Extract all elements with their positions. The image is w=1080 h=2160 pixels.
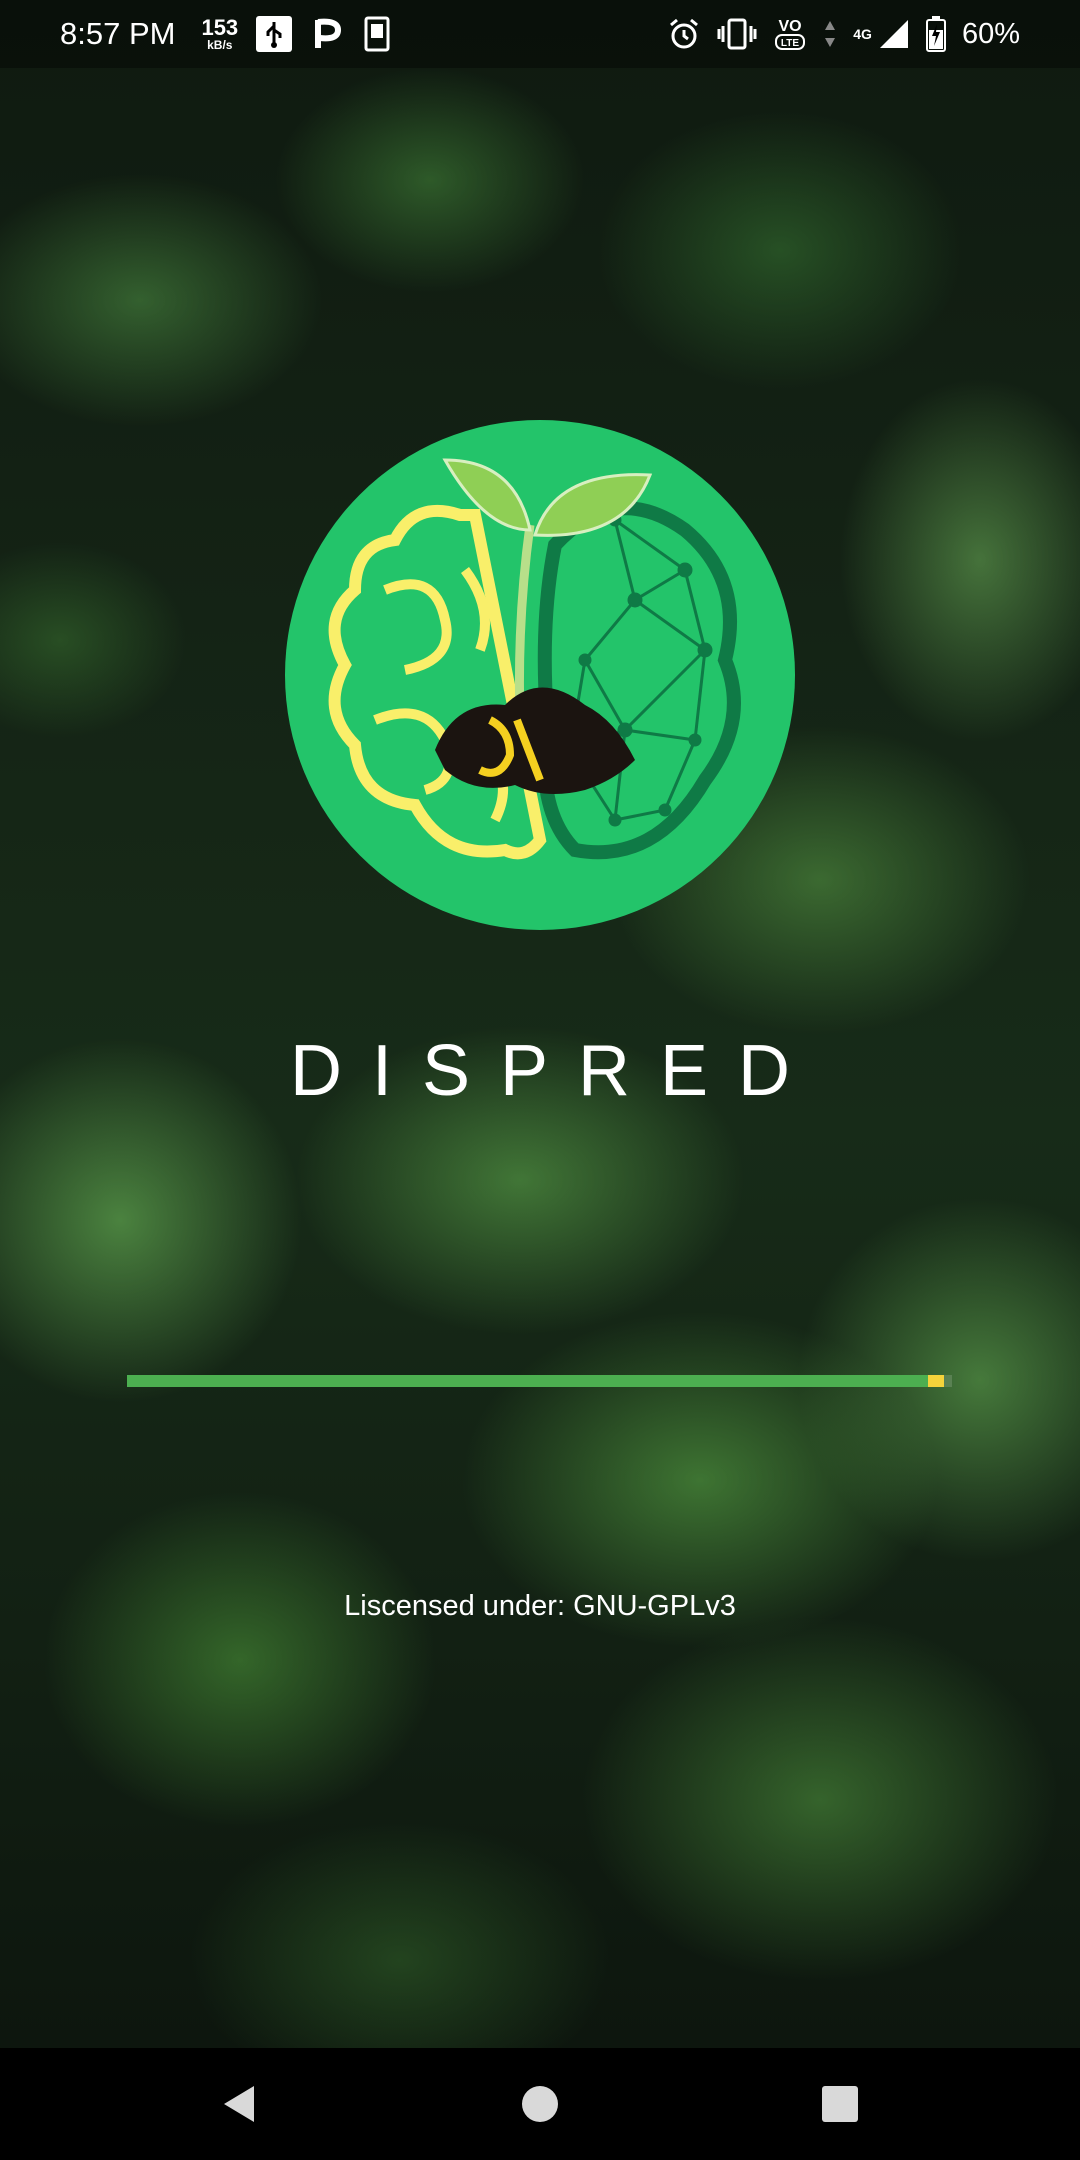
dispred-logo <box>285 420 795 930</box>
loading-progress-bar <box>127 1375 952 1387</box>
home-button[interactable] <box>480 2048 600 2160</box>
status-bar-left: 8:57 PM 153 kB/s <box>60 0 410 68</box>
network-speed-value: 153 <box>201 15 239 40</box>
kindle-icon <box>364 16 390 52</box>
status-time: 8:57 PM <box>60 16 176 51</box>
battery-percent: 60% <box>961 17 1020 50</box>
network-speed-unit: kB/s <box>207 38 233 52</box>
status-bar: 8:57 PM 153 kB/s VO LTE 4G 60% <box>0 0 1080 68</box>
progress-tip <box>928 1375 944 1387</box>
paytm-icon <box>312 16 344 52</box>
network-type-label: 4G <box>853 26 872 42</box>
status-bar-right: VO LTE 4G 60% <box>667 0 1020 68</box>
home-icon <box>522 2086 558 2122</box>
progress-fill <box>127 1375 944 1387</box>
vibrate-icon <box>717 17 757 51</box>
volte-label-bottom: LTE <box>781 38 799 49</box>
foliage-background <box>0 0 1080 2048</box>
app-title: DISPRED <box>289 1031 821 1111</box>
navigation-bar <box>0 2048 1080 2160</box>
recents-button[interactable] <box>780 2048 900 2160</box>
splash-screen: 8:57 PM 153 kB/s VO LTE 4G 60% DISPRED L… <box>0 0 1080 2160</box>
brain-seedling-logo-icon <box>285 420 795 930</box>
alarm-icon <box>667 17 701 51</box>
back-button[interactable] <box>178 2048 298 2160</box>
battery-icon <box>925 16 946 52</box>
signal-icon <box>878 18 910 50</box>
data-arrows-icon <box>823 17 837 51</box>
volte-label-top: VO <box>779 18 802 35</box>
usb-icon <box>256 16 293 52</box>
recents-icon <box>822 2086 858 2122</box>
back-icon <box>224 2086 254 2122</box>
volte-icon: VO LTE <box>773 14 807 54</box>
network-type: 4G <box>853 27 872 41</box>
network-speed: 153 kB/s <box>201 15 239 52</box>
license-text: Liscensed under: GNU-GPLv3 <box>344 1590 736 1622</box>
